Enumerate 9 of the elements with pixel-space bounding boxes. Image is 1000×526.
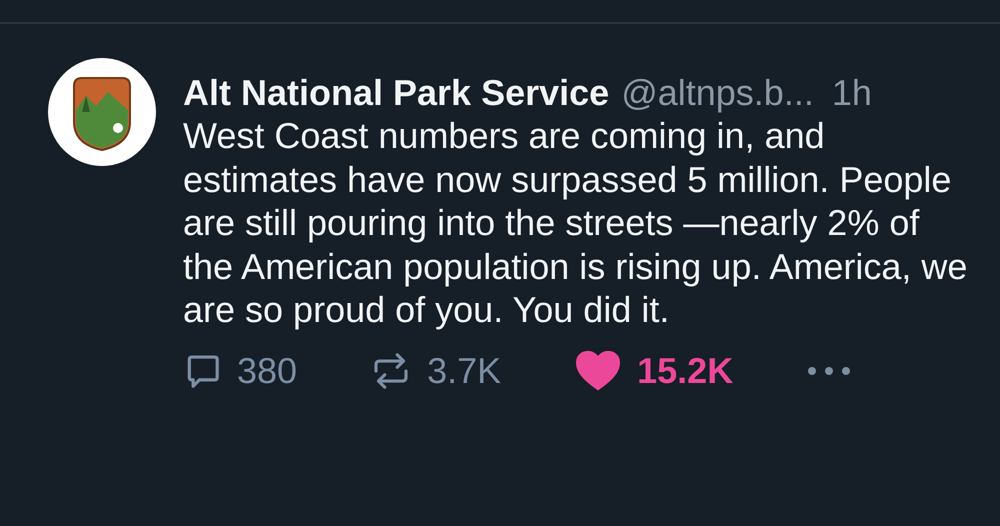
author-name[interactable]: Alt National Park Service: [183, 72, 610, 114]
reply-button[interactable]: 380: [183, 350, 298, 392]
post-time[interactable]: 1h: [832, 72, 872, 114]
like-button[interactable]: 15.2K: [575, 350, 734, 392]
more-options-button[interactable]: [807, 366, 852, 376]
heart-icon: [575, 350, 622, 391]
repost-button[interactable]: 3.7K: [371, 350, 502, 392]
author-handle[interactable]: @altnps.b...: [621, 72, 814, 114]
post-text: West Coast numbers are coming in, and estimates have now surpassed 5 million. People are still pouring into the streets —nearly 2% of the American population is rising up. America, we are so proud of you. You did it.: [183, 114, 968, 332]
